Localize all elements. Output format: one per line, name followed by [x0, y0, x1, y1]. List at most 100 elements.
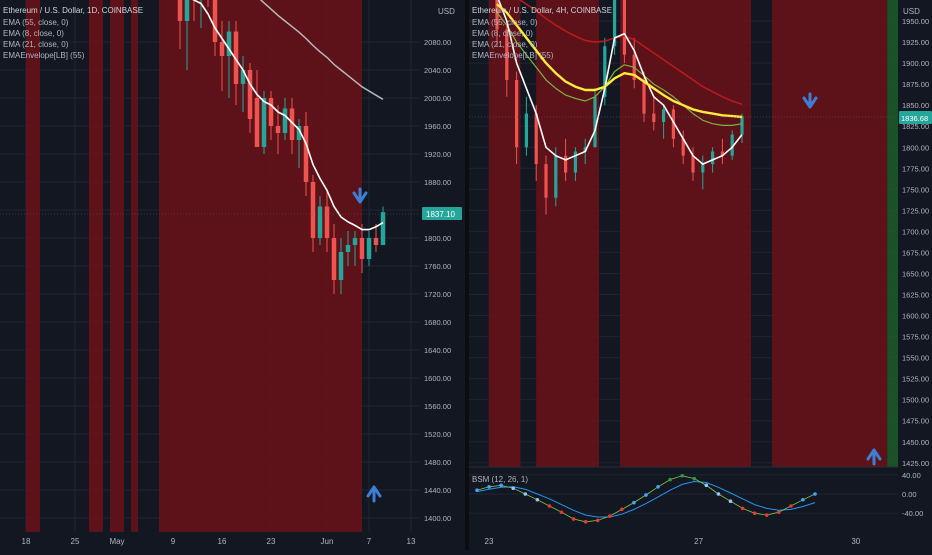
- candle-body: [177, 0, 183, 21]
- right-currency-label: USD: [903, 7, 920, 16]
- chart-canvas: Ethereum / U.S. Dollar, 1D, COINBASE EMA…: [0, 0, 932, 550]
- x-tick-label: 23: [485, 537, 494, 546]
- y-tick-label: 1650.00: [902, 269, 929, 278]
- osc-point: [776, 510, 781, 515]
- y-tick-label: 1850.00: [902, 101, 929, 110]
- y-tick-label: 1450.00: [902, 438, 929, 447]
- candle-body: [219, 42, 225, 56]
- x-tick-label: 16: [218, 537, 227, 546]
- right-chart-pane[interactable]: Ethereum / U.S. Dollar, 4H, COINBASE EMA…: [469, 0, 932, 550]
- left-legend-ema8: EMA (8, close, 0): [3, 29, 64, 38]
- osc-point: [764, 513, 769, 517]
- candle-body: [359, 238, 365, 259]
- left-legend-ema21: EMA (21, close, 0): [3, 40, 69, 49]
- osc-point: [644, 493, 648, 497]
- osc-point: [789, 504, 793, 508]
- zone-bear: [771, 0, 888, 467]
- y-tick-label: 1560.00: [424, 402, 451, 411]
- y-tick-label: 1920.00: [424, 150, 451, 159]
- y-tick-label: 1800.00: [424, 234, 451, 243]
- osc-point: [607, 514, 612, 518]
- y-tick-label: 1880.00: [424, 178, 451, 187]
- left-currency-label: USD: [438, 7, 455, 16]
- candle-body: [324, 206, 330, 238]
- x-tick-label: 7: [367, 537, 372, 546]
- candle-body: [701, 164, 705, 173]
- candle-body: [317, 206, 323, 238]
- zone-bear: [620, 0, 751, 467]
- candle-body: [331, 238, 337, 280]
- left-price-axis[interactable]: [420, 0, 465, 550]
- x-tick-label: 25: [71, 537, 80, 546]
- osc-point: [487, 485, 491, 489]
- candle-body: [338, 252, 344, 280]
- left-last-price: 1837.10: [426, 210, 455, 219]
- right-legend-ema21: EMA (21, close, 0): [472, 40, 538, 49]
- candle-body: [303, 126, 309, 182]
- y-tick-label: 1520.00: [424, 430, 451, 439]
- candle-body: [691, 155, 695, 173]
- osc-y-tick-label: 40.00: [902, 471, 921, 480]
- y-tick-label: 1640.00: [424, 346, 451, 355]
- candle-body: [622, 0, 626, 55]
- candle-body: [642, 79, 646, 114]
- pane-divider[interactable]: [465, 0, 469, 550]
- y-tick-label: 1950.00: [902, 17, 929, 26]
- candle-body: [268, 98, 274, 126]
- zone-bear: [489, 0, 521, 467]
- y-tick-label: 1760.00: [424, 262, 451, 271]
- osc-y-tick-label: -40.00: [902, 509, 923, 518]
- y-tick-label: 2000.00: [424, 94, 451, 103]
- candle-body: [184, 0, 190, 21]
- y-tick-label: 1775.00: [902, 164, 929, 173]
- osc-point: [632, 500, 636, 505]
- y-tick-label: 1900.00: [902, 59, 929, 68]
- oscillator-title: BSM (12, 26, 1): [472, 475, 528, 484]
- candle-body: [593, 96, 597, 148]
- right-title: Ethereum / U.S. Dollar, 4H, COINBASE: [472, 6, 612, 15]
- candle-body: [740, 116, 744, 135]
- right-legend-ema8: EMA (8, close, 0): [472, 29, 533, 38]
- osc-point: [704, 483, 709, 488]
- osc-point: [523, 492, 528, 496]
- y-tick-label: 1475.00: [902, 417, 929, 426]
- chart-screenshot: Ethereum / U.S. Dollar, 1D, COINBASE EMA…: [0, 0, 932, 550]
- y-tick-label: 1600.00: [424, 374, 451, 383]
- osc-point: [740, 506, 745, 511]
- osc-point: [583, 520, 588, 524]
- y-tick-label: 1875.00: [902, 80, 929, 89]
- x-tick-label: 27: [694, 537, 703, 546]
- zone-bear: [159, 0, 362, 532]
- y-tick-label: 2040.00: [424, 66, 451, 75]
- y-tick-label: 1550.00: [902, 354, 929, 363]
- candle-body: [524, 113, 528, 148]
- osc-point: [668, 477, 672, 482]
- osc-point: [728, 499, 733, 504]
- osc-point: [511, 486, 516, 491]
- x-tick-label: 13: [407, 537, 416, 546]
- x-tick-label: 18: [22, 537, 31, 546]
- candle-body: [711, 151, 715, 165]
- y-tick-label: 1960.00: [424, 122, 451, 131]
- y-tick-label: 1440.00: [424, 486, 451, 495]
- osc-point: [716, 492, 721, 496]
- osc-point: [595, 518, 600, 523]
- right-legend-ema55: EMA (55, close, 0): [472, 18, 538, 27]
- x-tick-label: Jun: [321, 537, 334, 546]
- osc-point: [656, 485, 660, 489]
- candle-body: [310, 182, 316, 238]
- osc-point: [801, 497, 805, 502]
- y-tick-label: 1425.00: [902, 459, 929, 468]
- right-last-price: 1836.68: [901, 114, 928, 123]
- left-title: Ethereum / U.S. Dollar, 1D, COINBASE: [3, 6, 143, 15]
- candle-body: [373, 238, 379, 245]
- y-tick-label: 1925.00: [902, 38, 929, 47]
- zone-bear: [536, 0, 600, 467]
- candle-body: [261, 98, 267, 147]
- y-tick-label: 1725.00: [902, 206, 929, 215]
- osc-point: [559, 510, 564, 515]
- candle-body: [345, 245, 351, 252]
- osc-point: [692, 476, 697, 481]
- candle-body: [352, 238, 358, 245]
- candle-body: [212, 0, 218, 42]
